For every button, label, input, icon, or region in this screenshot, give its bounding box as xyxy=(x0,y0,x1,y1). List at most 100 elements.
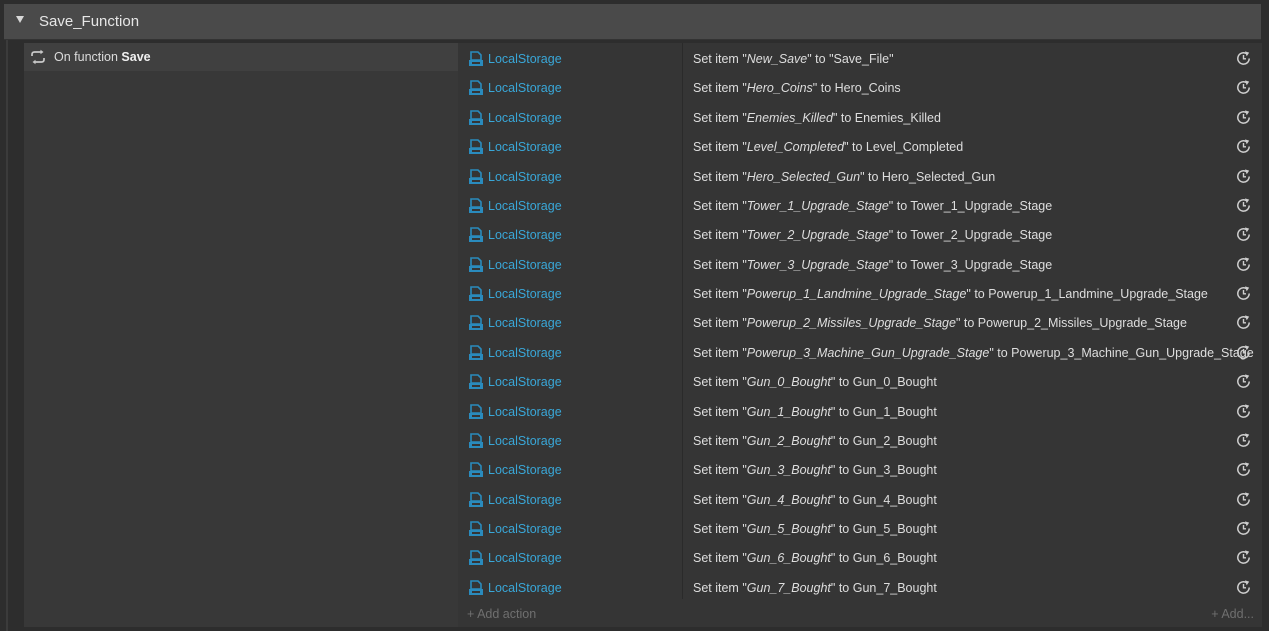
action-text[interactable]: Set item "Powerup_3_Machine_Gun_Upgrade_… xyxy=(682,346,1262,360)
action-verb: Set item xyxy=(693,550,739,565)
event-group-header[interactable]: Save_Function xyxy=(4,4,1261,40)
action-verb: Set item xyxy=(693,51,739,66)
action-object-name: LocalStorage xyxy=(488,169,562,184)
conditions-column[interactable]: On function Save xyxy=(24,43,458,627)
add-sub-event-link[interactable]: + Add... xyxy=(1211,607,1254,621)
chevron-down-icon[interactable] xyxy=(8,4,32,40)
action-object-cell[interactable]: LocalStorage xyxy=(458,138,682,155)
action-to: to xyxy=(838,404,850,419)
localstorage-icon xyxy=(468,373,484,390)
action-key: Hero_Selected_Gun xyxy=(746,169,861,184)
action-value: Enemies_Killed xyxy=(854,110,941,125)
event-block[interactable]: On function Save + Add action + Add... L… xyxy=(24,43,1262,627)
action-text[interactable]: Set item "Gun_4_Bought" to Gun_4_Bought xyxy=(682,493,1262,507)
action-object-name: LocalStorage xyxy=(488,550,562,565)
action-text[interactable]: Set item "Enemies_Killed" to Enemies_Kil… xyxy=(682,111,1262,125)
action-row[interactable]: LocalStorage Set item "Level_Completed" t… xyxy=(458,132,1262,161)
trigger-condition[interactable]: On function Save xyxy=(24,43,458,71)
action-text[interactable]: Set item "Level_Completed" to Level_Comp… xyxy=(682,140,1262,154)
action-row[interactable]: LocalStorage Set item "Powerup_1_Landmine… xyxy=(458,279,1262,308)
action-verb: Set item xyxy=(693,198,739,213)
action-row[interactable]: LocalStorage Set item "Gun_7_Bought" to G… xyxy=(458,573,1262,602)
localstorage-icon xyxy=(468,109,484,126)
action-row[interactable]: LocalStorage Set item "Hero_Coins" to Her… xyxy=(458,73,1262,102)
action-verb: Set item xyxy=(693,580,739,595)
action-object-cell[interactable]: LocalStorage xyxy=(458,256,682,273)
action-verb: Set item xyxy=(693,227,739,242)
action-to: to xyxy=(867,169,879,184)
action-row[interactable]: LocalStorage Set item "Powerup_3_Machine_… xyxy=(458,338,1262,367)
action-object-cell[interactable]: LocalStorage xyxy=(458,491,682,508)
action-row[interactable]: LocalStorage Set item "Tower_3_Upgrade_St… xyxy=(458,250,1262,279)
action-verb: Set item xyxy=(693,169,739,184)
action-object-cell[interactable]: LocalStorage xyxy=(458,579,682,596)
action-text[interactable]: Set item "Powerup_1_Landmine_Upgrade_Sta… xyxy=(682,287,1262,301)
action-object-cell[interactable]: LocalStorage xyxy=(458,109,682,126)
action-object-cell[interactable]: LocalStorage xyxy=(458,314,682,331)
action-object-cell[interactable]: LocalStorage xyxy=(458,432,682,449)
action-object-cell[interactable]: LocalStorage xyxy=(458,168,682,185)
localstorage-icon xyxy=(468,491,484,508)
action-text[interactable]: Set item "Tower_1_Upgrade_Stage" to Towe… xyxy=(682,199,1262,213)
action-object-cell[interactable]: LocalStorage xyxy=(458,461,682,478)
action-row[interactable]: LocalStorage Set item "Tower_2_Upgrade_St… xyxy=(458,220,1262,249)
action-row[interactable]: LocalStorage Set item "Gun_5_Bought" to G… xyxy=(458,514,1262,543)
localstorage-icon xyxy=(468,579,484,596)
action-object-cell[interactable]: LocalStorage xyxy=(458,520,682,537)
add-action-link[interactable]: + Add action xyxy=(467,607,536,621)
async-refresh-icon xyxy=(1235,168,1252,185)
localstorage-icon xyxy=(468,344,484,361)
action-text[interactable]: Set item "New_Save" to "Save_File" xyxy=(682,52,1262,66)
action-text[interactable]: Set item "Gun_3_Bought" to Gun_3_Bought xyxy=(682,463,1262,477)
action-row[interactable]: LocalStorage Set item "Gun_4_Bought" to G… xyxy=(458,485,1262,514)
action-row[interactable]: LocalStorage Set item "Powerup_2_Missiles… xyxy=(458,308,1262,337)
action-text[interactable]: Set item "Powerup_2_Missiles_Upgrade_Sta… xyxy=(682,316,1262,330)
async-refresh-icon xyxy=(1235,256,1252,273)
action-object-cell[interactable]: LocalStorage xyxy=(458,50,682,67)
localstorage-icon xyxy=(468,461,484,478)
action-object-name: LocalStorage xyxy=(488,110,562,125)
action-text[interactable]: Set item "Gun_2_Bought" to Gun_2_Bought xyxy=(682,434,1262,448)
action-to: to xyxy=(997,345,1008,360)
action-text[interactable]: Set item "Gun_1_Bought" to Gun_1_Bought xyxy=(682,405,1262,419)
action-row[interactable]: LocalStorage Set item "Enemies_Killed" to… xyxy=(458,103,1262,132)
action-to: to xyxy=(838,580,850,595)
action-object-cell[interactable]: LocalStorage xyxy=(458,197,682,214)
action-text[interactable]: Set item "Gun_0_Bought" to Gun_0_Bought xyxy=(682,375,1262,389)
action-object-cell[interactable]: LocalStorage xyxy=(458,403,682,420)
action-text[interactable]: Set item "Hero_Selected_Gun" to Hero_Sel… xyxy=(682,170,1262,184)
action-value: Tower_3_Upgrade_Stage xyxy=(910,257,1053,272)
action-to: to xyxy=(838,550,850,565)
action-value: Hero_Coins xyxy=(834,80,901,95)
action-object-cell[interactable]: LocalStorage xyxy=(458,79,682,96)
action-object-cell[interactable]: LocalStorage xyxy=(458,226,682,243)
action-row[interactable]: LocalStorage Set item "Gun_6_Bought" to G… xyxy=(458,543,1262,572)
action-object-cell[interactable]: LocalStorage xyxy=(458,344,682,361)
action-object-name: LocalStorage xyxy=(488,286,562,301)
action-text[interactable]: Set item "Tower_2_Upgrade_Stage" to Towe… xyxy=(682,228,1262,242)
action-text[interactable]: Set item "Tower_3_Upgrade_Stage" to Towe… xyxy=(682,258,1262,272)
action-row[interactable]: LocalStorage Set item "Gun_3_Bought" to G… xyxy=(458,455,1262,484)
action-row[interactable]: LocalStorage Set item "Gun_2_Bought" to G… xyxy=(458,426,1262,455)
action-text[interactable]: Set item "Gun_5_Bought" to Gun_5_Bought xyxy=(682,522,1262,536)
action-object-name: LocalStorage xyxy=(488,257,562,272)
action-value: Tower_1_Upgrade_Stage xyxy=(910,198,1053,213)
action-row[interactable]: LocalStorage Set item "New_Save" to "Save… xyxy=(458,44,1262,73)
localstorage-icon xyxy=(468,197,484,214)
action-object-name: LocalStorage xyxy=(488,345,562,360)
action-row[interactable]: LocalStorage Set item "Hero_Selected_Gun"… xyxy=(458,162,1262,191)
action-text[interactable]: Set item "Gun_7_Bought" to Gun_7_Bought xyxy=(682,581,1262,595)
action-object-cell[interactable]: LocalStorage xyxy=(458,549,682,566)
action-key: Powerup_3_Machine_Gun_Upgrade_Stage xyxy=(746,345,990,360)
action-row[interactable]: LocalStorage Set item "Gun_0_Bought" to G… xyxy=(458,367,1262,396)
action-object-cell[interactable]: LocalStorage xyxy=(458,285,682,302)
action-text[interactable]: Set item "Hero_Coins" to Hero_Coins xyxy=(682,81,1262,95)
action-text[interactable]: Set item "Gun_6_Bought" to Gun_6_Bought xyxy=(682,551,1262,565)
action-row[interactable]: LocalStorage Set item "Gun_1_Bought" to G… xyxy=(458,397,1262,426)
action-object-name: LocalStorage xyxy=(488,404,562,419)
action-row[interactable]: LocalStorage Set item "Tower_1_Upgrade_St… xyxy=(458,191,1262,220)
action-key: Gun_4_Bought xyxy=(746,492,831,507)
actions-column[interactable]: + Add action + Add... LocalStorage Set it… xyxy=(458,43,1262,627)
action-object-name: LocalStorage xyxy=(488,580,562,595)
action-object-cell[interactable]: LocalStorage xyxy=(458,373,682,390)
